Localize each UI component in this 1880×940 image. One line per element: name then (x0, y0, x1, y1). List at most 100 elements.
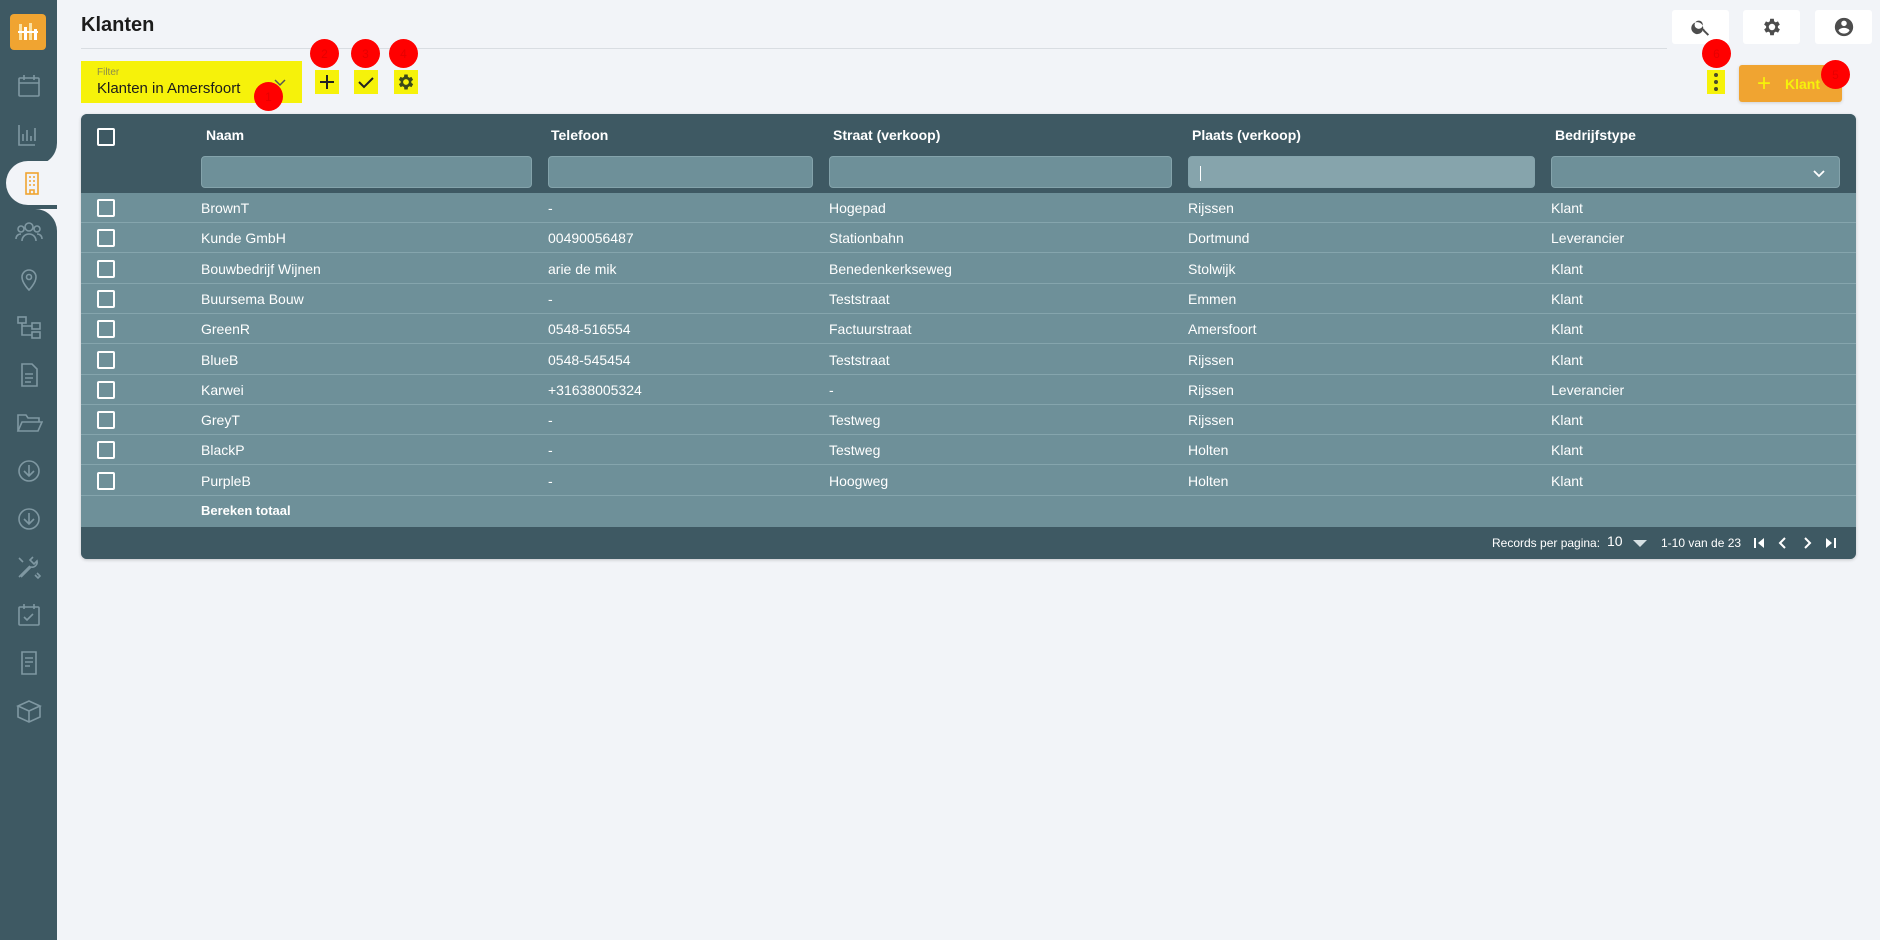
sidebar-item-location-pin[interactable] (0, 261, 57, 297)
previous-page-button[interactable] (1775, 535, 1791, 551)
row-checkbox[interactable] (97, 229, 115, 248)
table-row[interactable]: Buursema Bouw - Teststraat Emmen Klant (81, 284, 1856, 314)
sidebar-item-calendar[interactable] (0, 68, 57, 104)
annotation-marker-label: 3 (362, 46, 369, 61)
row-checkbox[interactable] (97, 289, 115, 308)
row-checkbox[interactable] (97, 199, 115, 217)
cell-straat: Factuurstraat (829, 321, 912, 338)
sidebar-item-invoice[interactable] (0, 645, 57, 681)
row-checkbox[interactable] (97, 411, 115, 430)
first-page-button[interactable] (1751, 535, 1767, 551)
cell-bedrijfstype: Klant (1551, 290, 1583, 307)
dot (1714, 80, 1718, 84)
cell-plaats: Rijssen (1188, 381, 1234, 398)
sidebar-item-hierarchy[interactable] (0, 309, 57, 345)
annotation-marker: 3 (351, 39, 380, 68)
cell-plaats: Dortmund (1188, 230, 1250, 247)
filter-input-telefoon[interactable] (548, 156, 813, 188)
column-header-straat[interactable]: Straat (verkoop) (833, 127, 940, 143)
column-header-plaats[interactable]: Plaats (verkoop) (1192, 127, 1301, 143)
table-row[interactable]: GreyT - Testweg Rijssen Klant (81, 405, 1856, 436)
row-checkbox[interactable] (97, 259, 115, 278)
sidebar-item-download-circle[interactable] (0, 453, 57, 489)
more-options-button[interactable] (1707, 70, 1725, 94)
column-header-bedrijfstype[interactable]: Bedrijfstype (1555, 127, 1636, 143)
records-per-page-select[interactable]: 10 (1607, 533, 1623, 549)
calculate-total-link[interactable]: Bereken totaal (201, 503, 291, 518)
table-header: Naam Telefoon Straat (verkoop) Plaats (v… (81, 114, 1856, 193)
last-page-button[interactable] (1823, 535, 1839, 551)
cell-straat: Testweg (829, 442, 881, 459)
table-row[interactable]: BlackP - Testweg Holten Klant (81, 435, 1856, 466)
sidebar-item-box[interactable] (0, 693, 57, 729)
cell-telefoon: - (548, 200, 553, 216)
column-header-naam[interactable]: Naam (206, 127, 244, 143)
cell-naam: Buursema Bouw (201, 290, 304, 307)
cell-telefoon: - (548, 290, 553, 307)
row-checkbox[interactable] (97, 350, 115, 369)
chevron-down-icon (1813, 170, 1825, 178)
apply-filter-button[interactable] (354, 70, 378, 94)
page-title: Klanten (81, 14, 155, 36)
table-row[interactable]: BlueB 0548-545454 Teststraat Rijssen Klant (81, 345, 1856, 375)
table-row[interactable]: Kunde GmbH 00490056487 Stationbahn Dortmund… (81, 223, 1856, 254)
caret-down-icon[interactable] (1633, 540, 1647, 547)
cell-bedrijfstype: Leverancier (1551, 230, 1625, 247)
cell-naam: Bouwbedrijf Wijnen (201, 260, 321, 277)
cell-naam: GreyT (201, 412, 240, 429)
row-checkbox[interactable] (97, 441, 115, 460)
annotation-marker: 6 (1702, 39, 1731, 68)
filter-select-bedrijfstype[interactable] (1551, 156, 1840, 188)
dot (1714, 87, 1718, 91)
last-page-icon (1826, 538, 1836, 548)
table-row[interactable]: Karwei +31638005324 - Rijssen Leverancier (81, 375, 1856, 405)
sidebar (0, 0, 57, 940)
table-row[interactable]: GreenR 0548-516554 Factuurstraat Amersfoort… (81, 314, 1856, 345)
cell-plaats: Rijssen (1188, 200, 1234, 216)
table-row[interactable]: PurpleB - Hoogweg Holten Klant (81, 466, 1856, 496)
dot (1714, 73, 1718, 77)
cell-plaats: Rijssen (1188, 412, 1234, 429)
cell-telefoon: - (548, 472, 553, 489)
first-page-icon (1754, 538, 1764, 548)
sidebar-item-people[interactable] (0, 213, 57, 249)
sidebar-item-tools[interactable] (0, 549, 57, 585)
page-range: 1-10 van de 23 (1661, 536, 1742, 550)
cell-telefoon: +31638005324 (548, 381, 642, 398)
cell-bedrijfstype: Klant (1551, 472, 1583, 489)
sidebar-item-calendar-check[interactable] (0, 597, 57, 633)
table-row[interactable]: Bouwbedrijf Wijnen arie de mik Benedenkerk… (81, 254, 1856, 284)
calendar-check-icon (17, 604, 40, 626)
people-icon (14, 222, 43, 242)
column-header-telefoon[interactable]: Telefoon (551, 127, 608, 143)
cell-plaats: Emmen (1188, 290, 1237, 307)
row-checkbox[interactable] (97, 380, 115, 399)
settings-button[interactable] (1743, 10, 1800, 44)
next-page-button[interactable] (1799, 535, 1815, 551)
filter-settings-button[interactable] (394, 70, 418, 94)
download-circle-icon-2 (17, 508, 40, 530)
gear-icon (398, 74, 414, 90)
annotation-marker-label: 1 (265, 89, 272, 104)
row-checkbox[interactable] (97, 471, 115, 490)
filter-input-plaats[interactable] (1188, 156, 1535, 188)
sidebar-item-document[interactable] (0, 357, 57, 393)
table-footer: Records per pagina: 10 1-10 van de 23 (81, 527, 1856, 559)
sidebar-item-building[interactable] (6, 161, 57, 205)
select-all-checkbox[interactable] (97, 128, 115, 146)
logo-icon[interactable] (10, 14, 46, 50)
sidebar-item-download-circle-2[interactable] (0, 501, 57, 537)
folder-open-icon (16, 414, 43, 432)
annotation-marker-label: 2 (321, 46, 328, 61)
filter-input-straat[interactable] (829, 156, 1172, 188)
search-icon (1690, 20, 1709, 36)
account-button[interactable] (1815, 10, 1872, 44)
cell-naam: BlackP (201, 442, 245, 459)
add-filter-button[interactable] (315, 70, 339, 94)
row-checkbox[interactable] (97, 320, 115, 339)
klanten-table: Naam Telefoon Straat (verkoop) Plaats (v… (81, 114, 1856, 559)
sidebar-item-folder-open[interactable] (0, 405, 57, 441)
table-row[interactable]: BrownT - Hogepad Rijssen Klant (81, 193, 1856, 223)
cell-naam: BrownT (201, 200, 250, 216)
filter-input-naam[interactable] (201, 156, 532, 188)
